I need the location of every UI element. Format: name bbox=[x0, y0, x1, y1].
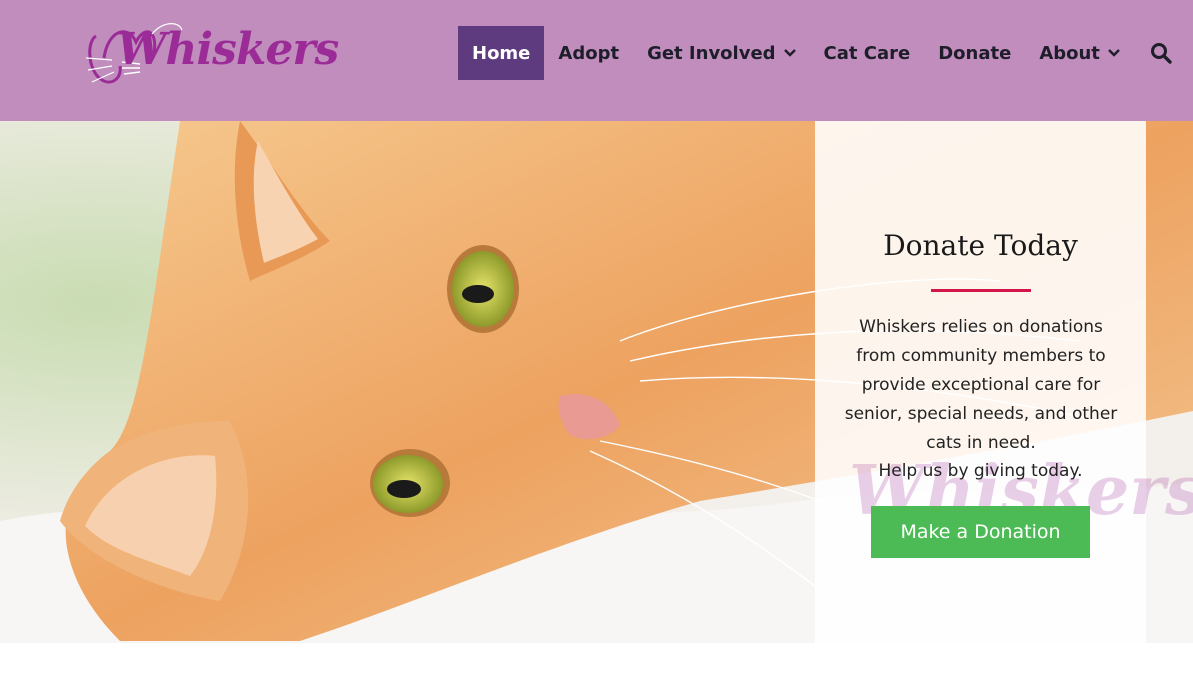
logo-text: Whiskers bbox=[117, 24, 339, 75]
search-button[interactable] bbox=[1134, 26, 1172, 80]
card-title: Donate Today bbox=[883, 229, 1078, 262]
nav-item-get-involved[interactable]: Get Involved bbox=[633, 26, 809, 80]
nav-label: About bbox=[1039, 42, 1100, 64]
nav-item-adopt[interactable]: Adopt bbox=[544, 26, 633, 80]
nav-item-about[interactable]: About bbox=[1025, 26, 1134, 80]
title-divider bbox=[931, 289, 1031, 292]
donate-card: Whiskers Donate Today Whiskers relies on… bbox=[815, 121, 1193, 643]
nav-label: Cat Care bbox=[823, 42, 911, 64]
main-nav: Home Adopt Get Involved Cat Care Donate … bbox=[458, 26, 1172, 80]
nav-item-home[interactable]: Home bbox=[458, 26, 545, 80]
hero-banner: Whiskers Donate Today Whiskers relies on… bbox=[0, 121, 1193, 643]
site-header: Whiskers Home Adopt Get Involved Cat Car… bbox=[0, 0, 1193, 121]
chevron-down-icon bbox=[783, 48, 796, 58]
nav-label: Get Involved bbox=[647, 42, 776, 64]
chevron-down-icon bbox=[1108, 48, 1120, 58]
make-donation-button[interactable]: Make a Donation bbox=[871, 506, 1090, 558]
nav-label: Donate bbox=[938, 42, 1012, 64]
logo[interactable]: Whiskers bbox=[82, 14, 339, 96]
search-icon bbox=[1150, 43, 1172, 64]
nav-item-donate[interactable]: Donate bbox=[924, 26, 1025, 80]
card-body: Whiskers relies on donations from commun… bbox=[844, 317, 1118, 453]
nav-label: Home bbox=[472, 42, 531, 64]
nav-item-cat-care[interactable]: Cat Care bbox=[810, 26, 925, 80]
nav-label: Adopt bbox=[558, 42, 620, 64]
card-body-cta: Help us by giving today. bbox=[878, 461, 1083, 481]
